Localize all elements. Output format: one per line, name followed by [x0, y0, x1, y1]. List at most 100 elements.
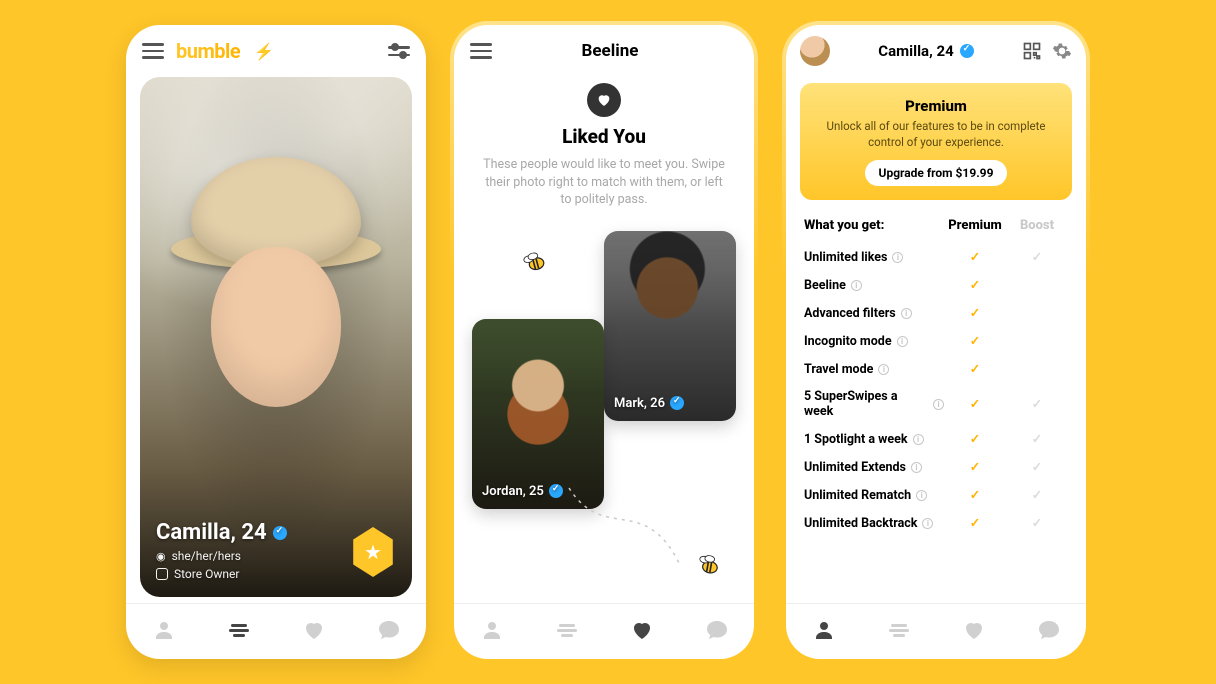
bottom-nav	[126, 603, 426, 659]
check-icon: ✓	[970, 306, 980, 321]
liked-card-name: Jordan, 25	[482, 484, 544, 499]
liked-you-icon	[587, 83, 621, 117]
screen-premium: Camilla, 24 Premium Unlock all of our fe…	[786, 25, 1086, 659]
nav-liked-icon[interactable]	[630, 618, 654, 646]
bee-icon	[692, 553, 721, 577]
feature-row: Unlimited Extends i ✓ ✓	[786, 453, 1086, 481]
screen-discover: bumble ⚡ Camilla, 24 ◉ she/her/hers Store…	[126, 25, 426, 659]
info-icon[interactable]: i	[901, 308, 912, 319]
check-icon: ✓	[970, 334, 980, 349]
liked-card[interactable]: Mark, 26	[604, 231, 736, 421]
nav-profile-icon[interactable]	[480, 618, 504, 646]
info-icon[interactable]: i	[911, 462, 922, 473]
feature-name: Unlimited Backtrack	[804, 516, 917, 531]
check-icon: ✓	[970, 460, 980, 475]
nav-discover-icon[interactable]	[887, 618, 911, 646]
check-icon: ✓	[970, 278, 980, 293]
topbar: Camilla, 24	[786, 25, 1086, 77]
bottom-nav	[454, 603, 754, 659]
filters-icon[interactable]	[388, 46, 410, 55]
nav-chat-icon[interactable]	[1037, 618, 1061, 646]
nav-liked-icon[interactable]	[302, 618, 326, 646]
topbar: Beeline	[454, 25, 754, 77]
feature-row: 1 Spotlight a week i ✓ ✓	[786, 425, 1086, 453]
liked-heading: Liked You	[454, 125, 754, 148]
profile-occupation: Store Owner	[174, 567, 239, 581]
info-icon[interactable]: i	[897, 336, 908, 347]
nav-discover-icon[interactable]	[227, 618, 251, 646]
gear-icon[interactable]	[1052, 41, 1072, 61]
premium-banner: Premium Unlock all of our features to be…	[800, 83, 1072, 200]
profile-card[interactable]: Camilla, 24 ◉ she/her/hers Store Owner ★	[140, 77, 412, 597]
check-icon: ✓	[970, 362, 980, 377]
liked-subtitle: These people would like to meet you. Swi…	[454, 156, 754, 209]
header-name: Camilla, 24	[840, 42, 1012, 60]
premium-subtitle: Unlock all of our features to be in comp…	[812, 119, 1060, 150]
screen-beeline: Beeline Liked You These people would lik…	[454, 25, 754, 659]
feature-name: Unlimited Rematch	[804, 488, 911, 503]
nav-profile-icon[interactable]	[812, 618, 836, 646]
feature-name: 5 SuperSwipes a week	[804, 389, 928, 419]
bottom-nav	[786, 603, 1086, 659]
feature-row: Unlimited Rematch i ✓ ✓	[786, 481, 1086, 509]
check-icon: ✓	[1032, 516, 1042, 531]
info-icon[interactable]: i	[851, 280, 862, 291]
nav-liked-icon[interactable]	[962, 618, 986, 646]
check-icon: ✓	[970, 488, 980, 503]
nav-chat-icon[interactable]	[377, 618, 401, 646]
col-boost: Boost	[1006, 218, 1068, 233]
check-icon: ✓	[1032, 250, 1042, 265]
bolt-icon: ⚡	[254, 42, 274, 61]
info-icon[interactable]: i	[916, 490, 927, 501]
qr-icon[interactable]	[1022, 41, 1042, 61]
avatar[interactable]	[800, 36, 830, 66]
feature-list: Unlimited likesi✓✓Beelinei✓Advanced filt…	[786, 243, 1086, 603]
feature-name: Unlimited Extends	[804, 460, 906, 475]
table-heading: What you get:	[804, 218, 944, 233]
check-icon: ✓	[970, 432, 980, 447]
info-icon[interactable]: i	[922, 518, 933, 529]
check-icon: ✓	[1032, 397, 1042, 412]
briefcase-icon	[156, 568, 168, 580]
check-icon: ✓	[970, 250, 980, 265]
verified-icon	[273, 526, 287, 540]
star-icon: ★	[364, 540, 382, 564]
feature-name: Beeline	[804, 278, 846, 293]
profile-name: Camilla, 24	[156, 520, 267, 545]
feature-row: Travel modei✓	[786, 355, 1086, 383]
info-icon[interactable]: i	[892, 252, 903, 263]
nav-chat-icon[interactable]	[705, 618, 729, 646]
feature-name: 1 Spotlight a week	[804, 432, 908, 447]
info-icon[interactable]: i	[878, 364, 889, 375]
info-icon[interactable]: i	[913, 434, 924, 445]
feature-row: Advanced filters i ✓	[786, 299, 1086, 327]
premium-title: Premium	[812, 97, 1060, 115]
verified-icon	[960, 44, 974, 58]
check-icon: ✓	[1032, 460, 1042, 475]
liked-card-name: Mark, 26	[614, 396, 665, 411]
liked-cards-area: Mark, 26 Jordan, 25	[454, 209, 754, 604]
feature-table-head: What you get: Premium Boost	[786, 212, 1086, 243]
bee-trail	[564, 483, 684, 573]
profile-pronouns: she/her/hers	[172, 549, 241, 563]
feature-name: Advanced filters	[804, 306, 896, 321]
feature-row: Unlimited Backtracki✓✓	[786, 509, 1086, 537]
check-icon: ✓	[1032, 488, 1042, 503]
info-icon[interactable]: i	[933, 399, 944, 410]
topbar: bumble ⚡	[126, 25, 426, 77]
check-icon: ✓	[970, 397, 980, 412]
screen-title: Beeline	[504, 41, 716, 61]
check-icon: ✓	[1032, 432, 1042, 447]
col-premium: Premium	[944, 218, 1006, 233]
person-icon: ◉	[156, 550, 166, 563]
menu-icon[interactable]	[142, 43, 164, 58]
menu-icon[interactable]	[470, 43, 492, 58]
liked-card[interactable]: Jordan, 25	[472, 319, 604, 509]
brand-logo: bumble	[176, 39, 240, 63]
upgrade-button[interactable]: Upgrade from $19.99	[865, 160, 1008, 186]
nav-profile-icon[interactable]	[152, 618, 176, 646]
nav-discover-icon[interactable]	[555, 618, 579, 646]
verified-icon	[549, 484, 563, 498]
feature-row: Beeline i ✓	[786, 271, 1086, 299]
feature-row: 5 SuperSwipes a week i ✓ ✓	[786, 383, 1086, 425]
